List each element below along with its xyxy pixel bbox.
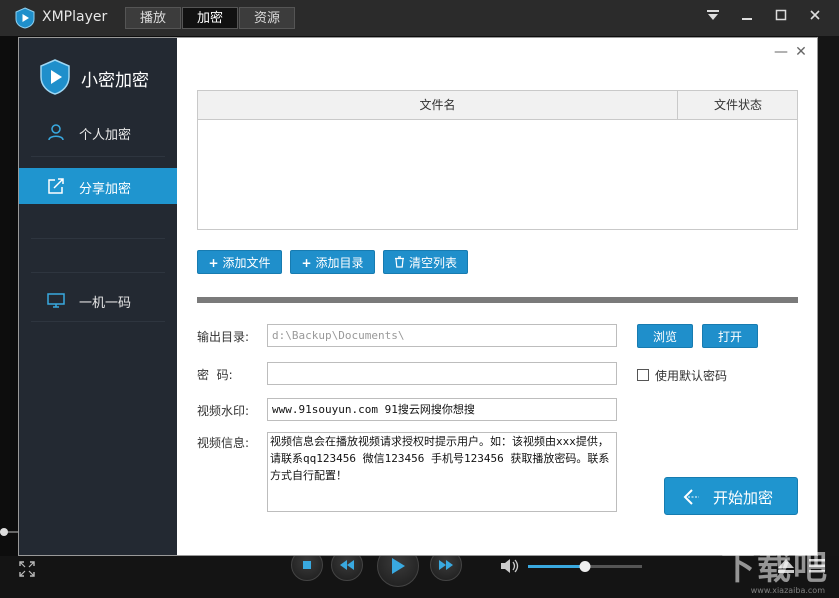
- video-info-textarea[interactable]: 视频信息会在播放视频请求授权时提示用户。如：该视频由xxx提供，请联系qq123…: [267, 432, 617, 512]
- dropdown-icon[interactable]: [701, 8, 725, 28]
- trash-icon: [394, 256, 404, 268]
- window-controls: [691, 8, 827, 28]
- tab-play[interactable]: 播放: [125, 7, 181, 29]
- open-button[interactable]: 打开: [702, 324, 758, 348]
- sidebar-item-label: 个人加密: [79, 128, 132, 143]
- fullscreen-icon[interactable]: [18, 560, 36, 578]
- watermark-input[interactable]: www.91souyun.com 91搜云网搜你想搜: [267, 398, 617, 421]
- play-icon: [392, 558, 405, 574]
- password-input[interactable]: [267, 362, 617, 385]
- monitor-icon: [47, 293, 65, 308]
- output-dir-label: 输出目录:: [197, 330, 250, 344]
- progress-fill: [197, 297, 798, 303]
- encryption-dialog: 小密加密 个人加密 分享加密 一机一码 — ✕ 文件名 文件状态 + 添加文件 …: [18, 37, 818, 556]
- table-header: 文件名 文件状态: [198, 91, 797, 120]
- browse-button[interactable]: 浏览: [637, 324, 693, 348]
- sidebar-item-label: 分享加密: [79, 182, 132, 197]
- tab-encrypt[interactable]: 加密: [182, 7, 238, 29]
- shield-logo-icon: [40, 59, 70, 95]
- volume-icon[interactable]: [500, 558, 520, 574]
- title-bar: XMPlayer 播放 加密 资源: [0, 0, 839, 36]
- stop-icon: [303, 561, 311, 569]
- divider: [31, 272, 165, 273]
- dialog-minimize-button[interactable]: —: [773, 44, 789, 60]
- control-bar: [0, 556, 839, 598]
- plus-icon: +: [301, 256, 312, 270]
- sidebar-item-label: 一机一码: [79, 296, 132, 311]
- start-encrypt-button[interactable]: 开始加密: [664, 477, 798, 515]
- column-header-filename[interactable]: 文件名: [198, 91, 678, 119]
- output-dir-input[interactable]: d:\Backup\Documents\: [267, 324, 617, 347]
- share-icon: [48, 178, 64, 194]
- volume-fill: [528, 565, 585, 568]
- dialog-title: 小密加密: [81, 71, 149, 91]
- divider: [31, 156, 165, 157]
- seek-knob[interactable]: [0, 528, 8, 536]
- forward-icon: [439, 560, 453, 570]
- button-label: 添加文件: [222, 256, 271, 270]
- site-watermark-url: www.xiazaiba.com: [750, 586, 825, 595]
- divider: [31, 238, 165, 239]
- encryption-progress-bar: [197, 297, 798, 303]
- add-file-button[interactable]: + 添加文件: [197, 250, 282, 274]
- checkbox-label: 使用默认密码: [655, 369, 728, 383]
- user-icon: [48, 124, 64, 141]
- clear-list-button[interactable]: 清空列表: [383, 250, 468, 274]
- password-label: 密 码:: [197, 368, 233, 382]
- plus-icon: +: [208, 256, 219, 270]
- sidebar-item-personal[interactable]: 个人加密: [19, 114, 177, 150]
- rewind-icon: [340, 560, 354, 570]
- site-watermark: 下载吧: [721, 548, 829, 588]
- divider: [31, 321, 165, 322]
- button-label: 清空列表: [408, 256, 457, 270]
- maximize-icon[interactable]: [769, 8, 793, 28]
- minimize-icon[interactable]: [735, 8, 759, 28]
- button-label: 添加目录: [315, 256, 364, 270]
- file-table[interactable]: 文件名 文件状态: [197, 90, 798, 230]
- side-strip: [817, 36, 839, 556]
- arrow-left-icon: [683, 489, 699, 505]
- dialog-sidebar: 小密加密 个人加密 分享加密 一机一码: [19, 38, 177, 555]
- volume-knob[interactable]: [579, 561, 591, 572]
- add-directory-button[interactable]: + 添加目录: [290, 250, 375, 274]
- dialog-close-button[interactable]: ✕: [793, 44, 809, 60]
- watermark-label: 视频水印:: [197, 404, 250, 418]
- app-title: XMPlayer: [42, 9, 108, 25]
- close-icon[interactable]: [803, 8, 827, 28]
- top-tabs: 播放 加密 资源: [125, 7, 296, 29]
- app-logo-icon: [15, 7, 35, 29]
- button-label: 开始加密: [713, 489, 774, 507]
- default-password-checkbox[interactable]: [637, 369, 649, 381]
- video-info-label: 视频信息:: [197, 436, 250, 450]
- column-header-status[interactable]: 文件状态: [679, 91, 797, 119]
- sidebar-item-onecode[interactable]: 一机一码: [19, 282, 177, 318]
- sidebar-item-share[interactable]: 分享加密: [19, 168, 177, 204]
- tab-resources[interactable]: 资源: [239, 7, 295, 29]
- volume-slider[interactable]: [528, 561, 642, 572]
